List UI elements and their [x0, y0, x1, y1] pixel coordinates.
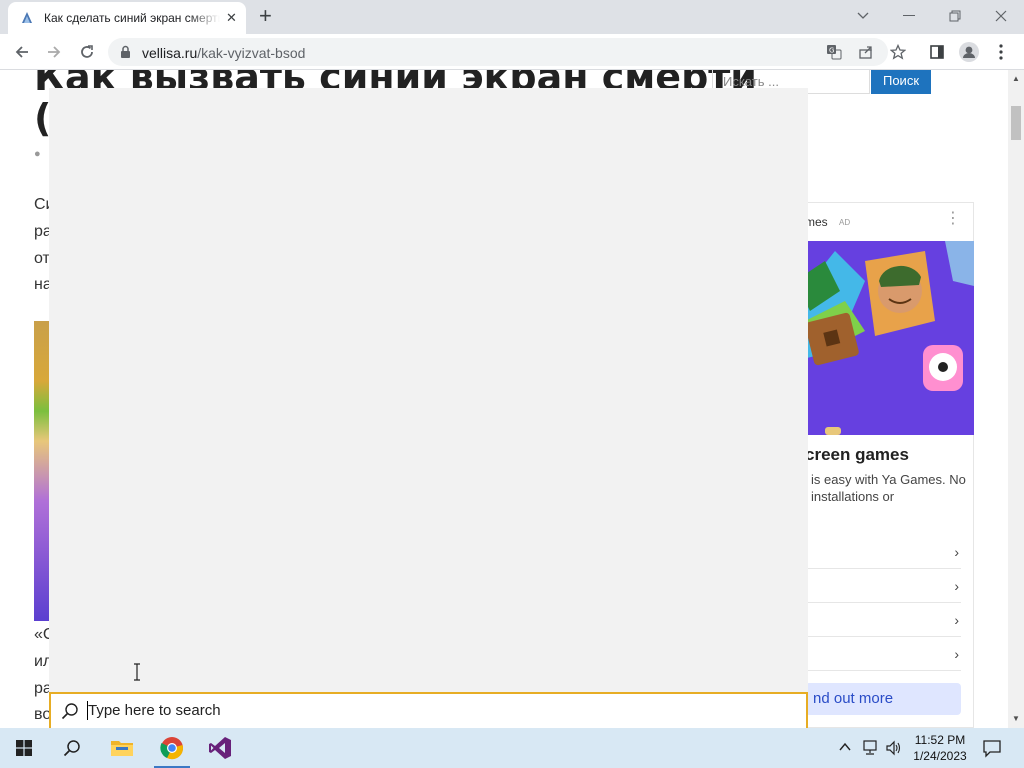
chevron-right-icon: › — [954, 612, 959, 628]
paragraph-fragment: от — [34, 250, 50, 267]
translate-icon: G — [827, 45, 842, 60]
ad-illustration — [795, 241, 974, 435]
scroll-down-icon[interactable]: ▼ — [1012, 714, 1020, 723]
minimize-button[interactable] — [886, 2, 932, 30]
profile-button[interactable] — [956, 40, 982, 64]
chevron-right-icon: › — [954, 544, 959, 560]
ad-card[interactable]: mes AD ⋮ creen games is easy with Ya Gam… — [794, 202, 974, 728]
close-window-button[interactable] — [978, 2, 1024, 30]
search-icon — [61, 703, 78, 720]
ad-image[interactable] — [795, 241, 974, 435]
avatar-icon — [959, 42, 979, 62]
ad-link-row[interactable]: › — [805, 535, 961, 569]
lock-icon[interactable] — [120, 45, 131, 59]
clock-time: 11:52 PM — [914, 733, 966, 747]
clock-date: 1/24/2023 — [913, 749, 967, 763]
forward-button[interactable] — [42, 40, 66, 64]
minimize-icon — [903, 15, 915, 16]
star-icon — [890, 44, 906, 60]
url-text: vellisa.ru/kak-vyizvat-bsod — [142, 45, 305, 61]
address-bar[interactable]: vellisa.ru/kak-vyizvat-bsod G — [108, 38, 906, 66]
article-image — [34, 321, 50, 621]
windows-search-panel — [49, 88, 808, 692]
taskbar-search-button[interactable] — [48, 728, 96, 768]
restore-icon — [949, 10, 961, 22]
windows-logo-icon — [16, 740, 32, 756]
tab-title: Как сделать синий экран смерти — [44, 11, 220, 25]
notification-center-icon[interactable] — [982, 738, 1002, 758]
start-button[interactable] — [0, 728, 48, 768]
ad-link-row[interactable]: › — [805, 603, 961, 637]
folder-icon — [111, 741, 133, 756]
back-button[interactable] — [10, 40, 34, 64]
windows-taskbar: 11:52 PM 1/24/2023 — [0, 728, 1024, 768]
text-cursor-icon — [134, 663, 140, 681]
author-icon: ● — [34, 148, 41, 160]
ad-options-icon[interactable]: ⋮ — [945, 209, 961, 229]
page-scrollbar[interactable]: ▲ ▼ — [1008, 70, 1024, 728]
scrollbar-thumb[interactable] — [1011, 106, 1021, 140]
site-search-button[interactable]: Поиск — [871, 70, 931, 94]
arrow-right-icon — [48, 46, 61, 58]
tab-strip: Как сделать синий экран смерти ✕ + — [0, 0, 1024, 34]
site-favicon-icon — [22, 12, 32, 23]
new-tab-button[interactable]: + — [259, 4, 272, 28]
close-icon — [995, 10, 1007, 22]
kebab-menu-icon — [999, 44, 1003, 60]
browser-toolbar: vellisa.ru/kak-vyizvat-bsod G — [0, 34, 1024, 70]
system-clock[interactable]: 11:52 PM 1/24/2023 — [906, 732, 974, 764]
svg-text:G: G — [829, 47, 834, 55]
reload-icon — [81, 45, 93, 58]
tab-close-icon[interactable]: ✕ — [226, 10, 237, 26]
side-panel-button[interactable] — [924, 40, 950, 64]
url-domain: vellisa.ru — [142, 45, 198, 61]
ad-cta-button[interactable]: nd out more — [805, 683, 961, 715]
visual-studio-app[interactable] — [196, 728, 244, 768]
ad-tag: AD — [839, 218, 851, 227]
arrow-left-icon — [15, 46, 28, 58]
chevron-right-icon: › — [954, 578, 959, 594]
restore-button[interactable] — [932, 2, 978, 30]
chrome-icon — [160, 737, 183, 760]
tray-chevron-up-icon[interactable] — [838, 740, 852, 754]
ad-body: is easy with Ya Games. No installations … — [811, 472, 966, 504]
network-icon[interactable] — [862, 740, 880, 756]
browser-tab[interactable]: Как сделать синий экран смерти ✕ — [8, 2, 246, 34]
chevron-down-icon — [857, 12, 869, 19]
chevron-right-icon: › — [954, 646, 959, 662]
share-button[interactable] — [856, 43, 876, 61]
share-icon — [859, 46, 872, 59]
search-icon — [63, 740, 80, 757]
ad-link-row[interactable]: › — [805, 637, 961, 671]
tab-search-button[interactable] — [840, 2, 886, 30]
windows-search-box[interactable]: Type here to search — [49, 692, 808, 728]
side-panel-icon — [930, 45, 944, 59]
search-placeholder: Type here to search — [88, 702, 221, 719]
ad-brand: mes — [805, 215, 828, 229]
bookmark-button[interactable] — [888, 43, 908, 61]
ad-headline[interactable]: creen games — [805, 445, 909, 465]
chrome-menu-button[interactable] — [988, 40, 1014, 64]
url-path: /kak-vyizvat-bsod — [197, 45, 306, 61]
translate-button[interactable]: G — [824, 43, 844, 61]
ad-link-row[interactable]: › — [805, 569, 961, 603]
scroll-up-icon[interactable]: ▲ — [1012, 74, 1020, 83]
visual-studio-icon — [209, 737, 231, 759]
file-explorer-app[interactable] — [98, 728, 146, 768]
google-chrome-app[interactable] — [148, 728, 196, 768]
reload-button[interactable] — [75, 40, 99, 64]
volume-icon[interactable] — [885, 740, 903, 756]
